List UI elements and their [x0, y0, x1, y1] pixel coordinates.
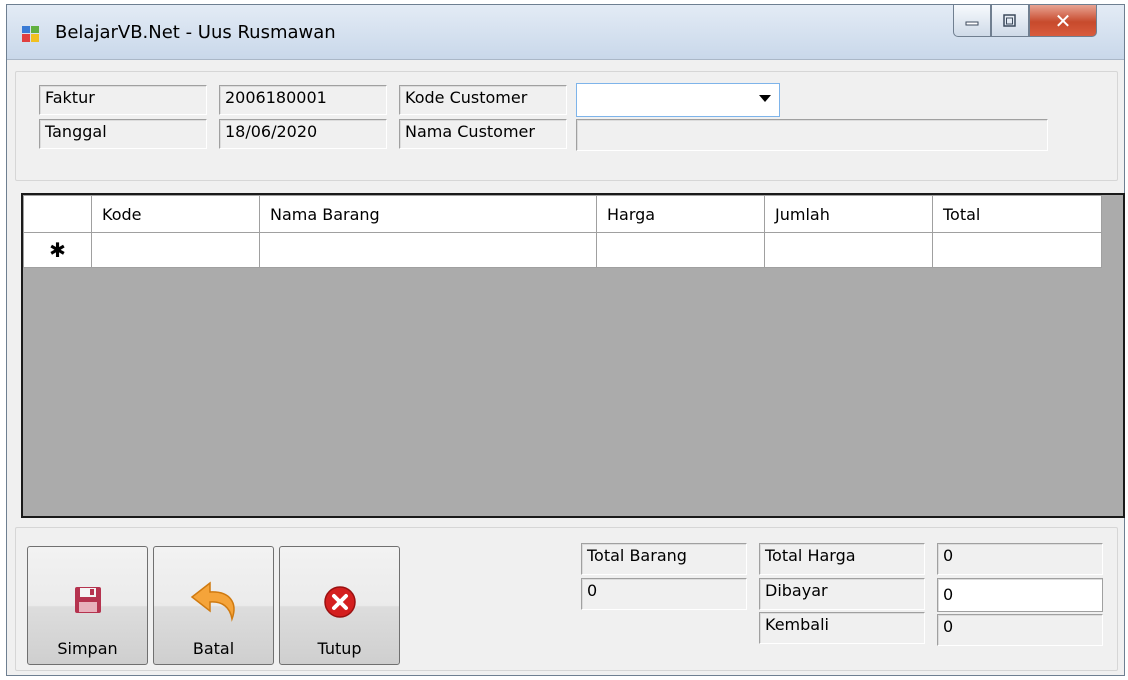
nama-customer-field[interactable]	[576, 119, 1048, 151]
close-icon: ✕	[1054, 8, 1072, 33]
app-window: BelajarVB.Net - Uus Rusmawan ✕ Faktur 20…	[6, 4, 1125, 676]
window-title: BelajarVB.Net - Uus Rusmawan	[55, 22, 336, 43]
total-harga-label: Total Harga	[759, 543, 925, 575]
faktur-label: Faktur	[39, 85, 207, 115]
items-grid[interactable]: Kode Nama Barang Harga Jumlah Total ✱	[21, 193, 1125, 518]
batal-label: Batal	[192, 639, 235, 658]
total-barang-label: Total Barang	[581, 543, 747, 575]
column-header-harga[interactable]: Harga	[596, 195, 765, 233]
column-header-jumlah[interactable]: Jumlah	[764, 195, 933, 233]
cell-kode[interactable]	[91, 232, 260, 268]
chevron-down-icon[interactable]	[759, 95, 771, 102]
batal-button[interactable]: Batal	[153, 546, 274, 665]
grid-header-row: Kode Nama Barang Harga Jumlah Total	[23, 195, 1102, 233]
title-bar[interactable]: BelajarVB.Net - Uus Rusmawan ✕	[7, 5, 1124, 60]
app-icon	[22, 26, 39, 42]
cell-nama-barang[interactable]	[259, 232, 597, 268]
asterisk-icon: ✱	[23, 232, 92, 268]
total-harga-value: 0	[937, 543, 1103, 575]
column-header-kode[interactable]: Kode	[91, 195, 260, 233]
total-barang-value: 0	[581, 578, 747, 610]
tutup-label: Tutup	[317, 639, 362, 658]
tanggal-label: Tanggal	[39, 119, 207, 149]
kembali-value: 0	[937, 614, 1103, 646]
cell-harga[interactable]	[596, 232, 765, 268]
cell-total[interactable]	[932, 232, 1102, 268]
simpan-button[interactable]: Simpan	[27, 546, 148, 665]
close-button[interactable]: ✕	[1029, 5, 1097, 37]
simpan-label: Simpan	[57, 639, 118, 658]
dibayar-input[interactable]: 0	[937, 578, 1103, 612]
minimize-button[interactable]	[953, 5, 991, 37]
kode-customer-label: Kode Customer	[399, 85, 567, 115]
cell-jumlah[interactable]	[764, 232, 933, 268]
row-header-corner	[23, 195, 92, 233]
maximize-icon	[1003, 13, 1016, 27]
kembali-label: Kembali	[759, 612, 925, 644]
maximize-button[interactable]	[991, 5, 1029, 37]
tutup-button[interactable]: Tutup	[279, 546, 400, 665]
tanggal-value: 18/06/2020	[219, 119, 387, 149]
column-header-total[interactable]: Total	[932, 195, 1102, 233]
kode-customer-dropdown[interactable]	[576, 83, 780, 117]
dibayar-label: Dibayar	[759, 578, 925, 610]
undo-arrow-icon	[190, 581, 235, 622]
faktur-value: 2006180001	[219, 85, 387, 115]
table-row-new[interactable]: ✱	[23, 232, 1102, 268]
floppy-disk-icon	[74, 587, 101, 613]
items-table: Kode Nama Barang Harga Jumlah Total ✱	[23, 195, 1102, 268]
column-header-nama-barang[interactable]: Nama Barang	[259, 195, 597, 233]
close-circle-icon	[323, 586, 356, 618]
nama-customer-label: Nama Customer	[399, 119, 567, 149]
minimize-icon	[965, 21, 979, 25]
